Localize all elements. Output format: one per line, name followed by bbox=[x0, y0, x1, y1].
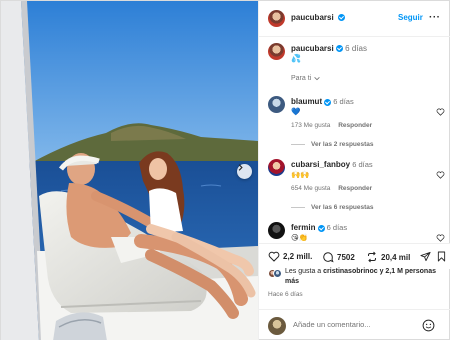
comment-input[interactable] bbox=[293, 320, 413, 329]
caption-text: 💦 bbox=[291, 54, 301, 63]
comment-time: 6 días bbox=[352, 160, 373, 169]
comment-avatar[interactable] bbox=[268, 159, 285, 176]
reposts-count: 20,4 mil bbox=[381, 252, 411, 262]
comment-like-button[interactable] bbox=[436, 108, 445, 118]
share-button[interactable] bbox=[420, 251, 431, 262]
post-details-panel: paucubarsi Seguir ··· paucubarsi 6 días … bbox=[258, 1, 450, 340]
comment-like-button[interactable] bbox=[436, 171, 445, 181]
follow-button[interactable]: Seguir bbox=[398, 13, 423, 22]
post-photo[interactable] bbox=[1, 1, 258, 340]
like-button[interactable]: 2,2 mill. bbox=[268, 251, 312, 262]
comment-time: 6 días bbox=[326, 223, 348, 232]
comment-button[interactable]: 7502 bbox=[322, 251, 355, 263]
comment-likes[interactable]: 654 Me gusta bbox=[291, 185, 330, 192]
header-username[interactable]: paucubarsi bbox=[291, 13, 334, 22]
chevron-down-icon bbox=[314, 76, 320, 80]
instagram-post: paucubarsi Seguir ··· paucubarsi 6 días … bbox=[0, 0, 450, 340]
para-ti-label: Para ti bbox=[291, 75, 312, 82]
comment-avatar[interactable] bbox=[268, 96, 285, 113]
comment-likes[interactable]: 173 Me gusta bbox=[291, 122, 330, 129]
comment-username[interactable]: blaumut bbox=[291, 97, 322, 106]
more-options-button[interactable]: ··· bbox=[429, 12, 441, 23]
liked-by-avatar[interactable] bbox=[273, 269, 282, 278]
liked-by-text: Les gusta a cristinasobrinoc y 2,1 M per… bbox=[285, 267, 445, 287]
heart-icon bbox=[436, 171, 445, 179]
repost-icon bbox=[368, 251, 376, 263]
comment-avatar[interactable] bbox=[268, 222, 285, 239]
repost-button[interactable]: 20,4 mil bbox=[366, 251, 410, 263]
bookmark-icon bbox=[437, 251, 446, 262]
save-button[interactable] bbox=[437, 251, 446, 262]
next-photo-button[interactable] bbox=[237, 164, 252, 179]
liked-by-prefix: Les gusta a bbox=[285, 268, 322, 275]
liked-by-user[interactable]: cristinasobrinoc bbox=[323, 268, 377, 275]
action-bar: 2,2 mill. 7502 20,4 mil bbox=[259, 243, 450, 269]
likes-count: 2,2 mill. bbox=[283, 252, 313, 261]
share-icon bbox=[420, 251, 431, 262]
verified-icon bbox=[335, 45, 343, 53]
comments-count: 7502 bbox=[337, 252, 355, 262]
heart-icon bbox=[436, 234, 445, 242]
reply-button[interactable]: Responder bbox=[338, 185, 372, 192]
verified-icon bbox=[317, 224, 325, 232]
avatar[interactable] bbox=[268, 10, 285, 27]
caption-username[interactable]: paucubarsi bbox=[291, 44, 334, 53]
emoji-button[interactable] bbox=[422, 319, 435, 334]
verified-icon bbox=[324, 98, 332, 106]
comment-meta: 173 Me gusta Responder bbox=[291, 122, 372, 129]
comment-text: 💙 bbox=[291, 107, 301, 116]
post-time[interactable]: Hace 6 días bbox=[268, 291, 303, 298]
add-comment-bar bbox=[259, 309, 450, 340]
comment-text: 🙌🙌 bbox=[291, 170, 310, 179]
comment-icon bbox=[323, 252, 334, 263]
caption-avatar[interactable] bbox=[268, 43, 285, 60]
photo-illustration bbox=[1, 1, 258, 340]
comment-header: fermin 6 días bbox=[291, 223, 347, 232]
heart-icon bbox=[436, 108, 445, 116]
comment-header: cubarsi_fanboy 6 días bbox=[291, 160, 373, 169]
comment-time: 6 días bbox=[333, 97, 354, 106]
view-replies-button[interactable]: Ver las 2 respuestas bbox=[291, 141, 374, 148]
see-translation-toggle[interactable]: Para ti bbox=[291, 75, 320, 82]
comment-header: blaumut 6 días bbox=[291, 97, 354, 106]
chevron-right-icon bbox=[238, 164, 243, 171]
comment-text: 😘👏 bbox=[291, 233, 309, 242]
view-replies-button[interactable]: Ver las 6 respuestas bbox=[291, 204, 374, 211]
post-header: paucubarsi Seguir ··· bbox=[259, 1, 450, 37]
comment-username[interactable]: cubarsi_fanboy bbox=[291, 160, 350, 169]
emoji-icon bbox=[422, 319, 435, 332]
caption: paucubarsi 6 días bbox=[291, 44, 367, 53]
reply-button[interactable]: Responder bbox=[338, 122, 372, 129]
verified-icon bbox=[338, 14, 345, 21]
comment-meta: 654 Me gusta Responder bbox=[291, 185, 372, 192]
comment-username[interactable]: fermin bbox=[291, 223, 315, 232]
current-user-avatar bbox=[268, 317, 286, 335]
heart-icon bbox=[268, 251, 280, 262]
caption-time: 6 días bbox=[345, 44, 367, 53]
